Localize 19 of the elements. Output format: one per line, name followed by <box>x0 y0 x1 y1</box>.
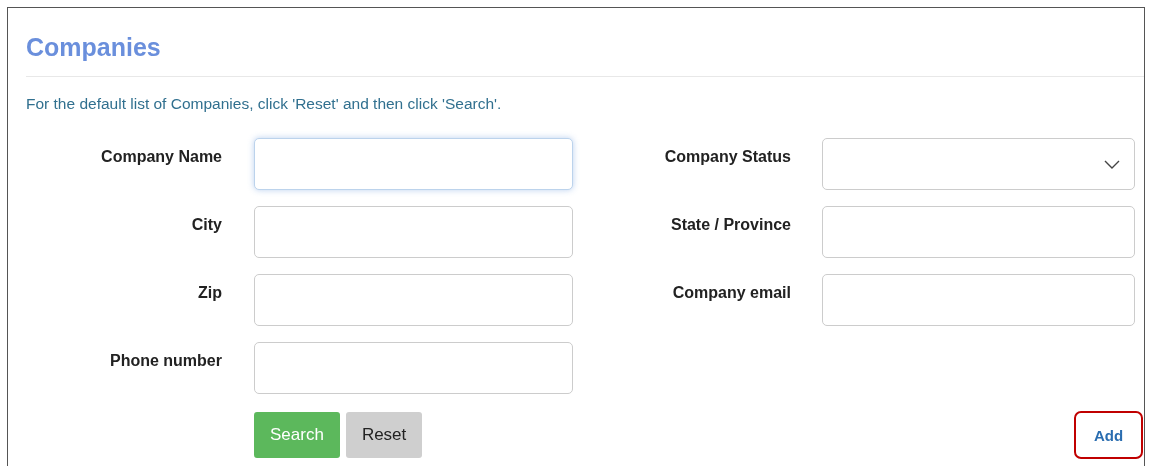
add-button[interactable]: Add <box>1074 411 1143 459</box>
input-field[interactable] <box>254 206 573 258</box>
field-label: Zip <box>198 283 222 302</box>
input-field[interactable] <box>254 342 573 394</box>
field-label: City <box>191 215 222 234</box>
input-field[interactable] <box>254 138 573 190</box>
status-dropdown[interactable] <box>822 138 1135 190</box>
page-title: Companies <box>25 32 162 63</box>
field-label: State / Province <box>670 215 791 234</box>
chevron-down-icon <box>1104 159 1120 169</box>
input-field[interactable] <box>822 274 1135 326</box>
hint-text: For the default list of Companies, click 'Reset' and then click 'Search'. <box>26 94 503 114</box>
input-field[interactable] <box>254 274 573 326</box>
field-label: Phone number <box>110 351 222 370</box>
field-label: Company email <box>672 283 791 302</box>
field-label: Company Name <box>101 147 222 166</box>
reset-button[interactable]: Reset <box>345 412 423 458</box>
field-label: Company Status <box>664 147 791 166</box>
input-field[interactable] <box>822 206 1135 258</box>
